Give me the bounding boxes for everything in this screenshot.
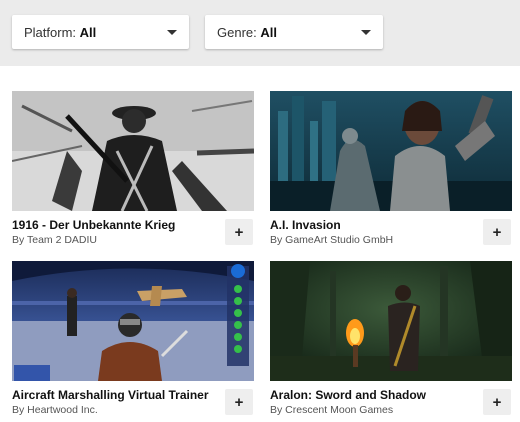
filter-bar: Platform: All Genre: All: [0, 0, 520, 66]
game-author: By GameArt Studio GmbH: [270, 234, 394, 246]
platform-filter-text: Platform: All: [24, 25, 96, 40]
game-title[interactable]: 1916 - Der Unbekannte Krieg: [12, 218, 222, 232]
robot-invasion-image: [270, 91, 512, 211]
game-thumbnail[interactable]: [12, 261, 254, 381]
soldier-sketch-image: [12, 91, 254, 211]
game-thumbnail[interactable]: [12, 91, 254, 211]
forest-torch-image: [270, 261, 512, 381]
add-button[interactable]: +: [225, 219, 253, 245]
game-author: By Heartwood Inc.: [12, 404, 98, 416]
add-button[interactable]: +: [225, 389, 253, 415]
game-thumbnail[interactable]: [270, 91, 512, 211]
game-author: By Crescent Moon Games: [270, 404, 394, 416]
caret-down-icon: [361, 29, 371, 35]
add-button[interactable]: +: [483, 389, 511, 415]
platform-filter-label: Platform:: [24, 24, 77, 40]
genre-filter-text: Genre: All: [217, 25, 277, 40]
genre-filter-dropdown[interactable]: Genre: All: [205, 15, 383, 49]
game-thumbnail[interactable]: [270, 261, 512, 381]
platform-filter-dropdown[interactable]: Platform: All: [12, 15, 189, 49]
genre-filter-value: All: [260, 24, 277, 40]
game-title[interactable]: Aircraft Marshalling Virtual Trainer: [12, 388, 222, 402]
platform-filter-value: All: [79, 24, 97, 40]
caret-down-icon: [167, 29, 177, 35]
game-author: By Team 2 DADIU: [12, 234, 97, 246]
add-button[interactable]: +: [483, 219, 511, 245]
game-title[interactable]: A.I. Invasion: [270, 218, 480, 232]
genre-filter-label: Genre:: [217, 24, 257, 40]
hangar-marshalling-image: [12, 261, 254, 381]
game-title[interactable]: Aralon: Sword and Shadow: [270, 388, 480, 402]
